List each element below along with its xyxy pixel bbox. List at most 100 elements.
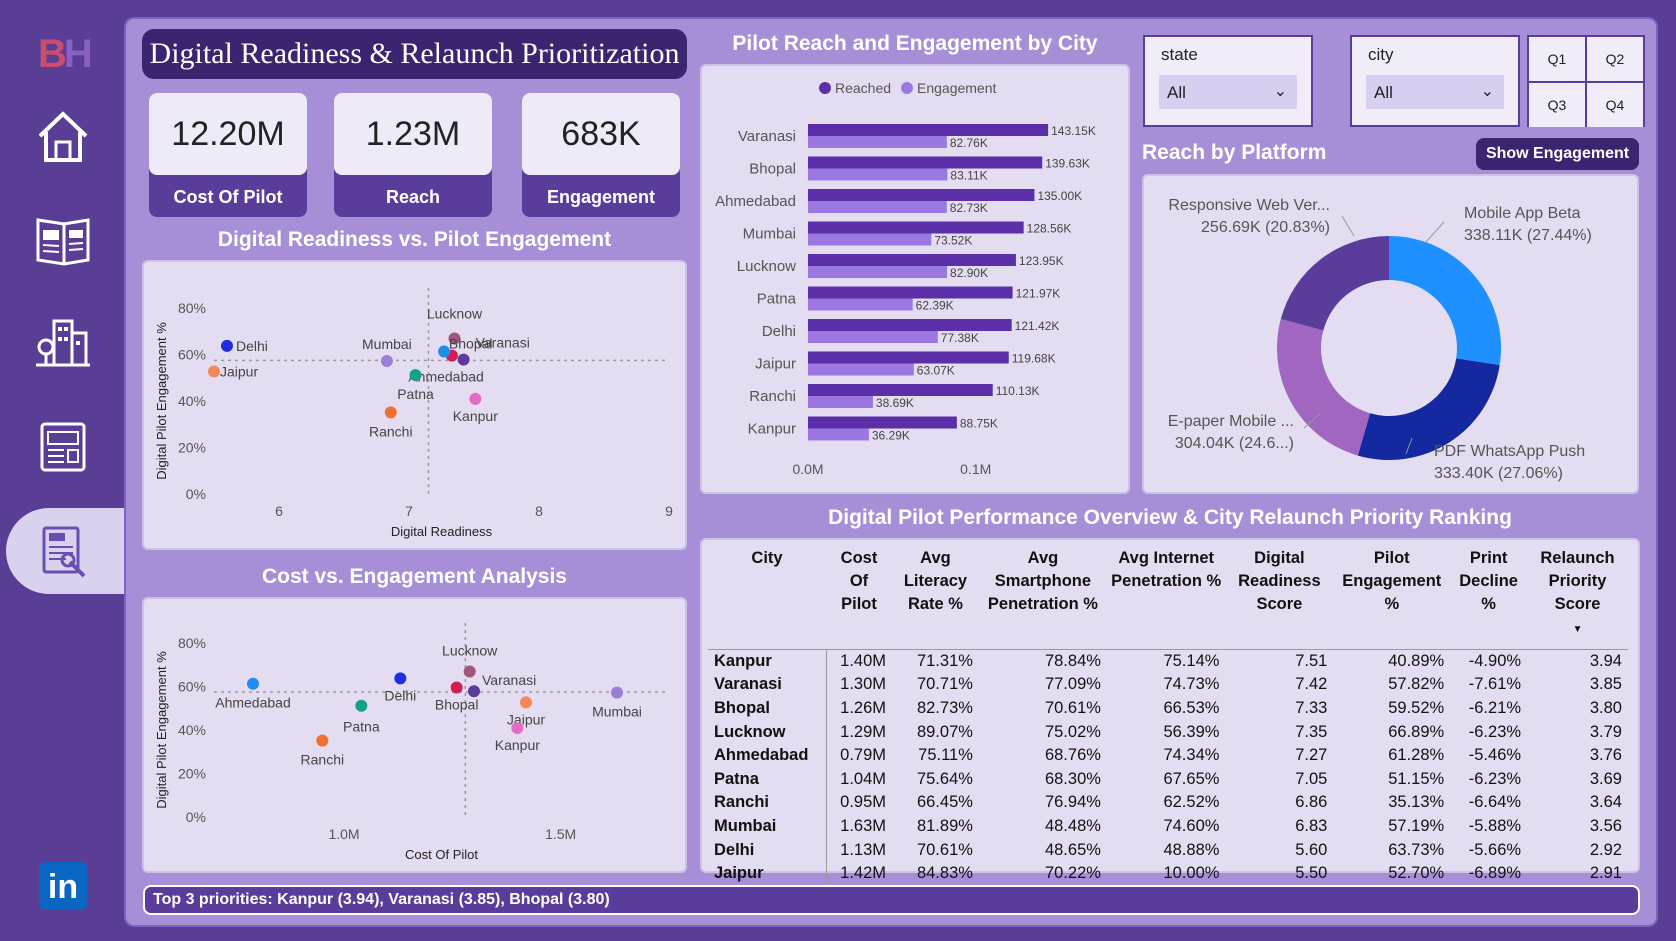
home-icon[interactable]: [34, 108, 92, 166]
city-buildings-icon[interactable]: [34, 313, 92, 371]
table-row[interactable]: Mumbai 1.63M 81.89% 48.48% 74.60% 6.83 57.19% -…: [708, 814, 1628, 839]
table-cell: 1.63M: [840, 816, 886, 835]
scatter-point: [611, 686, 623, 699]
table-row[interactable]: Kanpur 1.40M 71.31% 78.84% 75.14% 7.51 40.89% -…: [708, 649, 1628, 674]
table-cell: 61.28%: [1388, 746, 1445, 765]
state-dropdown[interactable]: All ⌄: [1159, 75, 1297, 109]
legend-label: Engagement: [917, 80, 997, 96]
quarter-button-q2[interactable]: Q2: [1587, 37, 1643, 81]
category-label: Patna: [757, 291, 797, 308]
table-row[interactable]: Lucknow 1.29M 89.07% 75.02% 56.39% 7.35 66.89%…: [708, 720, 1628, 744]
table-row[interactable]: Ahmedabad 0.79M 75.11% 68.76% 74.34% 7.27 61.2…: [708, 743, 1628, 768]
platform-donut[interactable]: Mobile App Beta 338.11K (27.44%) PDF Whats…: [1144, 176, 1641, 496]
city-cell: Mumbai: [708, 814, 827, 839]
table-cell: 48.88%: [1163, 840, 1220, 859]
table-row[interactable]: Ranchi 0.95M 66.45% 76.94% 62.52% 6.86 35.13% -…: [708, 791, 1628, 815]
table-row[interactable]: Varanasi 1.30M 70.71% 77.09% 74.73% 7.42 57.82…: [708, 673, 1628, 697]
category-label: Bhopal: [749, 161, 796, 178]
table-cell: 57.82%: [1388, 675, 1445, 694]
news-report-icon[interactable]: [34, 418, 92, 476]
bar-reached: [808, 384, 993, 396]
donut-slice: [1280, 236, 1389, 331]
table-cell: 3.69: [1589, 769, 1622, 788]
readiness-scatter-panel: 0% 20% 40% 60% 80% 6 7 8 9 Digital Readiness Digit…: [142, 260, 687, 550]
table-cell: 6.86: [1295, 793, 1328, 812]
bar-reached: [808, 221, 1024, 234]
slice-label: PDF WhatsApp Push: [1434, 443, 1585, 460]
news-reader-icon[interactable]: [34, 522, 92, 580]
brand-logo[interactable]: BH: [38, 32, 93, 77]
bar-reached: [808, 156, 1043, 169]
slice-label: E-paper Mobile ...: [1168, 413, 1294, 430]
column-header[interactable]: Avg Internet Penetration %: [1107, 545, 1226, 650]
point-label: Lucknow: [427, 305, 483, 321]
table-cell: 1.30M: [840, 675, 886, 694]
point-label: Varanasi: [476, 335, 530, 351]
table-cell: 7.42: [1295, 675, 1328, 694]
cost-chart-title: Cost vs. Engagement Analysis: [262, 565, 567, 588]
table-cell: 1.42M: [840, 864, 886, 883]
city-label: city: [1368, 45, 1394, 64]
column-header[interactable]: Avg Literacy Rate %: [892, 545, 979, 650]
state-slicer: state All ⌄: [1143, 35, 1313, 127]
data-label: 62.39K: [916, 299, 954, 313]
kpi-cost-of-pilot: 12.20M Cost Of Pilot: [149, 93, 307, 217]
scatter-point: [409, 369, 422, 382]
quarter-button-q3[interactable]: Q3: [1529, 83, 1585, 127]
slice-label: Mobile App Beta: [1464, 205, 1581, 222]
bar-reached: [808, 189, 1035, 201]
table-title: Digital Pilot Performance Overview & Cit…: [828, 506, 1512, 529]
table-cell: 0.95M: [840, 793, 886, 812]
y-tick-label: 80%: [178, 635, 206, 651]
y-tick-label: 20%: [178, 766, 206, 782]
point-label: Kanpur: [453, 408, 498, 424]
cost-scatter[interactable]: 0% 20% 40% 60% 80% 1.0M 1.5M Cost Of Pilot Digit…: [144, 599, 689, 875]
table-cell: 1.26M: [840, 698, 886, 717]
show-engagement-button[interactable]: Show Engagement: [1476, 138, 1639, 170]
category-label: Kanpur: [748, 421, 796, 438]
bar-engagement: [808, 396, 873, 408]
quarter-button-q4[interactable]: Q4: [1587, 83, 1643, 127]
reach-bar-chart[interactable]: Reached Engagement Varanasi 143.15K 82.76K Bh…: [702, 66, 1132, 496]
category-label: Ranchi: [749, 388, 796, 405]
table-row[interactable]: Jaipur 1.42M 84.83% 70.22% 10.00% 5.50 52.70% -…: [708, 861, 1628, 886]
slice-label: Responsive Web Ver...: [1168, 197, 1330, 214]
category-label: Varanasi: [738, 128, 796, 145]
column-header[interactable]: Cost Of Pilot: [826, 545, 892, 650]
table-cell: 6.83: [1295, 816, 1328, 835]
readiness-scatter[interactable]: 0% 20% 40% 60% 80% 6 7 8 9 Digital Readiness Digit…: [144, 262, 689, 552]
bar-engagement: [808, 298, 913, 311]
newspaper-icon[interactable]: [34, 210, 92, 268]
column-header[interactable]: Avg Smartphone Penetration %: [979, 545, 1107, 650]
point-label: Ahmedabad: [215, 695, 291, 711]
quarter-button-q1[interactable]: Q1: [1529, 37, 1585, 81]
table-row[interactable]: Delhi 1.13M 70.61% 48.65% 48.88% 5.60 63.73% -5…: [708, 838, 1628, 862]
table-cell: 52.70%: [1388, 864, 1445, 883]
y-tick-label: 20%: [178, 440, 206, 456]
sort-desc-icon[interactable]: ▼: [1573, 624, 1583, 635]
column-header[interactable]: Digital Readiness Score: [1225, 545, 1333, 650]
scatter-point: [520, 696, 532, 709]
table-cell: 74.73%: [1163, 675, 1220, 694]
reach-bar-panel: Reached Engagement Varanasi 143.15K 82.76K Bh…: [700, 64, 1130, 494]
table-cell: -6.89%: [1468, 864, 1522, 883]
table-cell: 3.56: [1589, 816, 1622, 835]
data-label: 88.75K: [960, 417, 998, 431]
column-header[interactable]: Relaunch Priority Score ▼: [1527, 545, 1628, 650]
city-cell: Varanasi: [708, 673, 827, 697]
column-header[interactable]: City: [708, 545, 826, 650]
table-cell: 40.89%: [1388, 652, 1445, 671]
slice-value: 333.40K (27.06%): [1434, 465, 1563, 482]
city-dropdown[interactable]: All ⌄: [1366, 75, 1504, 109]
table-row[interactable]: Patna 1.04M 75.64% 68.30% 67.65% 7.05 51.15% -6…: [708, 767, 1628, 792]
table-cell: 2.91: [1589, 864, 1622, 883]
table-row[interactable]: Bhopal 1.26M 82.73% 70.61% 66.53% 7.33 59.52% -…: [708, 696, 1628, 721]
data-label: 82.90K: [950, 266, 988, 280]
table-cell: 48.48%: [1044, 816, 1101, 835]
readiness-chart-title: Digital Readiness vs. Pilot Engagement: [217, 228, 612, 251]
column-header[interactable]: Print Decline %: [1450, 545, 1527, 650]
linkedin-icon[interactable]: in: [39, 862, 87, 910]
table-header-row: City Cost Of Pilot Avg Literacy Rate % Avg …: [708, 545, 1628, 650]
y-tick-label: 60%: [178, 347, 206, 363]
column-header[interactable]: Pilot Engagement %: [1333, 545, 1450, 650]
